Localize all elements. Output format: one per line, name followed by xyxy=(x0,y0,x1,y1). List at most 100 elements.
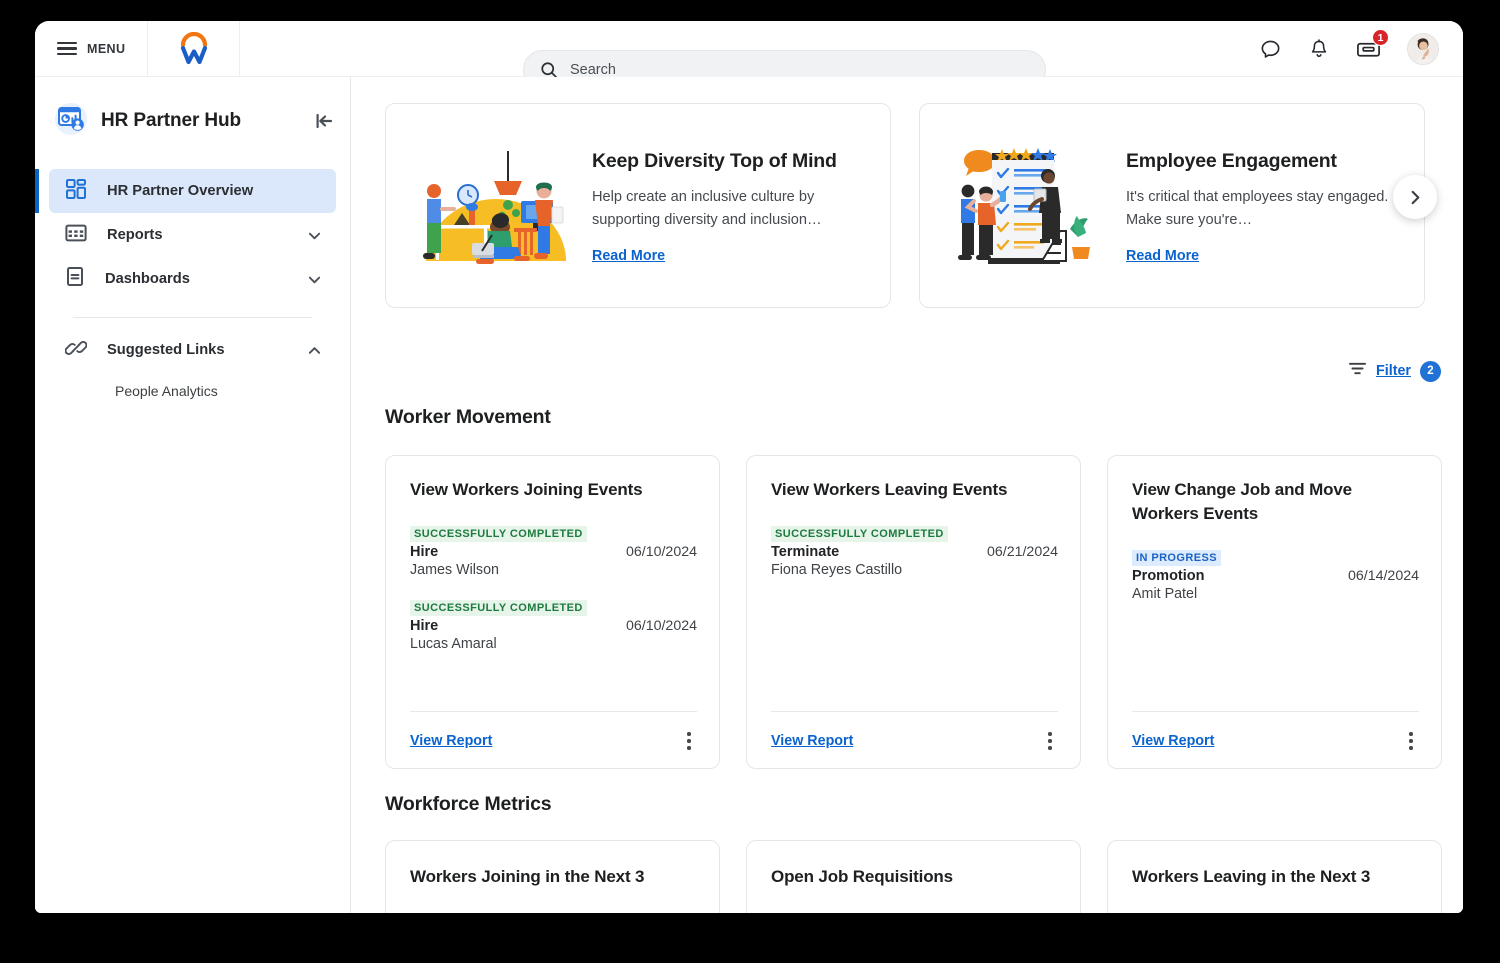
promo-card-engagement[interactable]: Employee Engagement It's critical that e… xyxy=(919,103,1425,308)
view-report-link[interactable]: View Report xyxy=(410,733,492,749)
filter-link[interactable]: Filter xyxy=(1376,363,1411,379)
event-date: 06/21/2024 xyxy=(987,544,1058,560)
search-icon xyxy=(540,61,558,79)
card-title: View Workers Joining Events xyxy=(410,478,697,502)
sidebar-item-label: Reports xyxy=(107,227,287,243)
inbox-badge: 1 xyxy=(1372,29,1389,46)
menu-button[interactable]: MENU xyxy=(35,21,148,77)
event-list: SUCCESSFULLY COMPLETED Terminate 06/21/2… xyxy=(771,524,1058,711)
list-item[interactable]: SUCCESSFULLY COMPLETED Terminate 06/21/2… xyxy=(771,524,1058,578)
app-screen: MENU Search xyxy=(35,21,1463,913)
sidebar-item-dashboards[interactable]: Dashboards xyxy=(49,257,336,301)
card-footer: View Report xyxy=(410,711,697,754)
link-icon xyxy=(65,337,87,364)
view-report-link[interactable]: View Report xyxy=(771,733,853,749)
event-date: 06/10/2024 xyxy=(626,544,697,560)
section-title-workforce-metrics: Workforce Metrics xyxy=(385,793,1463,816)
grid-icon xyxy=(65,178,87,205)
sidebar-item-label: Dashboards xyxy=(105,271,287,287)
promo-description: Help create an inclusive culture by supp… xyxy=(592,186,862,231)
status-badge: SUCCESSFULLY COMPLETED xyxy=(410,526,587,542)
overflow-menu-icon[interactable] xyxy=(1042,728,1058,754)
event-person: Lucas Amaral xyxy=(410,636,697,652)
hamburger-icon xyxy=(57,42,77,56)
event-date: 06/10/2024 xyxy=(626,618,697,634)
card-footer: View Report xyxy=(771,711,1058,754)
overflow-menu-icon[interactable] xyxy=(681,728,697,754)
promo-text-block: Keep Diversity Top of Mind Help create a… xyxy=(592,146,862,265)
sidebar-item-hr-partner-overview[interactable]: HR Partner Overview xyxy=(49,169,336,213)
event-date: 06/14/2024 xyxy=(1348,568,1419,584)
card-view-change-job-and-move-workers-events: View Change Job and Move Workers Events … xyxy=(1107,455,1442,769)
avatar-photo xyxy=(1408,34,1439,65)
status-badge: SUCCESSFULLY COMPLETED xyxy=(771,526,948,542)
status-badge: SUCCESSFULLY COMPLETED xyxy=(410,600,587,616)
chat-icon[interactable] xyxy=(1259,38,1282,61)
filter-count-badge: 2 xyxy=(1420,361,1441,382)
workday-logo[interactable] xyxy=(148,21,240,77)
avatar[interactable] xyxy=(1407,33,1439,65)
event-person: James Wilson xyxy=(410,562,697,578)
promo-carousel: Keep Diversity Top of Mind Help create a… xyxy=(385,103,1463,308)
search-placeholder-text: Search xyxy=(570,62,616,78)
event-type: Hire xyxy=(410,544,438,560)
list-item[interactable]: IN PROGRESS Promotion 06/14/2024 Amit Pa… xyxy=(1132,548,1419,602)
event-type: Promotion xyxy=(1132,568,1205,584)
promo-card-diversity[interactable]: Keep Diversity Top of Mind Help create a… xyxy=(385,103,891,308)
read-more-link[interactable]: Read More xyxy=(1126,248,1199,264)
list-item[interactable]: SUCCESSFULLY COMPLETED Hire 06/10/2024 J… xyxy=(410,524,697,578)
notifications-bell-icon[interactable] xyxy=(1308,38,1330,61)
sidebar-header: HR Partner Hub xyxy=(35,99,350,143)
promo-title: Keep Diversity Top of Mind xyxy=(592,150,862,173)
sidebar-nav: HR Partner Overview xyxy=(35,169,350,410)
status-badge: IN PROGRESS xyxy=(1132,550,1221,566)
filter-icon[interactable] xyxy=(1348,360,1367,382)
sidebar-item-label: HR Partner Overview xyxy=(107,183,336,199)
inbox-icon[interactable]: 1 xyxy=(1356,38,1381,60)
chevron-down-icon[interactable] xyxy=(307,228,322,243)
sidebar-divider xyxy=(73,317,312,318)
event-list: IN PROGRESS Promotion 06/14/2024 Amit Pa… xyxy=(1132,548,1419,711)
workforce-metrics-cards: Workers Joining in the Next 3 Open Job R… xyxy=(385,840,1463,913)
sidebar-item-suggested-links[interactable]: Suggested Links xyxy=(49,328,336,372)
engagement-checklist-illustration xyxy=(930,143,1120,268)
event-person: Amit Patel xyxy=(1132,586,1419,602)
header-actions: 1 xyxy=(1259,21,1439,77)
chevron-up-icon[interactable] xyxy=(307,343,322,358)
view-report-link[interactable]: View Report xyxy=(1132,733,1214,749)
promo-description: It's critical that employees stay engage… xyxy=(1126,186,1396,231)
card-workers-joining-next-3: Workers Joining in the Next 3 xyxy=(385,840,720,913)
card-footer: View Report xyxy=(1132,711,1419,754)
read-more-link[interactable]: Read More xyxy=(592,248,665,264)
sidebar-sublink-people-analytics[interactable]: People Analytics xyxy=(49,372,336,410)
sidebar-collapse-button[interactable] xyxy=(315,112,334,130)
event-person: Fiona Reyes Castillo xyxy=(771,562,1058,578)
event-type: Terminate xyxy=(771,544,839,560)
page-title: HR Partner Hub xyxy=(101,110,303,132)
card-workers-leaving-next-3: Workers Leaving in the Next 3 xyxy=(1107,840,1442,913)
sidebar-item-label: Suggested Links xyxy=(107,342,287,358)
main-content: Keep Diversity Top of Mind Help create a… xyxy=(351,77,1463,913)
promo-title: Employee Engagement xyxy=(1126,150,1396,173)
list-item[interactable]: SUCCESSFULLY COMPLETED Hire 06/10/2024 L… xyxy=(410,598,697,652)
collapse-left-icon xyxy=(315,112,334,130)
overflow-menu-icon[interactable] xyxy=(1403,728,1419,754)
card-title: Open Job Requisitions xyxy=(771,867,1056,887)
app-body: HR Partner Hub xyxy=(35,77,1463,913)
card-title: Workers Joining in the Next 3 xyxy=(410,867,695,887)
worker-movement-cards: View Workers Joining Events SUCCESSFULLY… xyxy=(385,455,1463,769)
section-title-worker-movement: Worker Movement xyxy=(385,406,1463,429)
workday-logo-icon xyxy=(174,32,214,66)
event-list: SUCCESSFULLY COMPLETED Hire 06/10/2024 J… xyxy=(410,524,697,711)
menu-button-label: MENU xyxy=(87,42,125,56)
sidebar-item-reports[interactable]: Reports xyxy=(49,213,336,257)
card-title: View Change Job and Move Workers Events xyxy=(1132,478,1419,526)
diversity-office-illustration xyxy=(396,143,586,268)
event-type: Hire xyxy=(410,618,438,634)
filter-bar: Filter 2 xyxy=(385,360,1441,382)
carousel-next-button[interactable] xyxy=(1393,175,1437,219)
chevron-down-icon[interactable] xyxy=(307,272,322,287)
sidebar: HR Partner Hub xyxy=(35,77,351,913)
card-view-workers-joining-events: View Workers Joining Events SUCCESSFULLY… xyxy=(385,455,720,769)
card-view-workers-leaving-events: View Workers Leaving Events SUCCESSFULLY… xyxy=(746,455,1081,769)
